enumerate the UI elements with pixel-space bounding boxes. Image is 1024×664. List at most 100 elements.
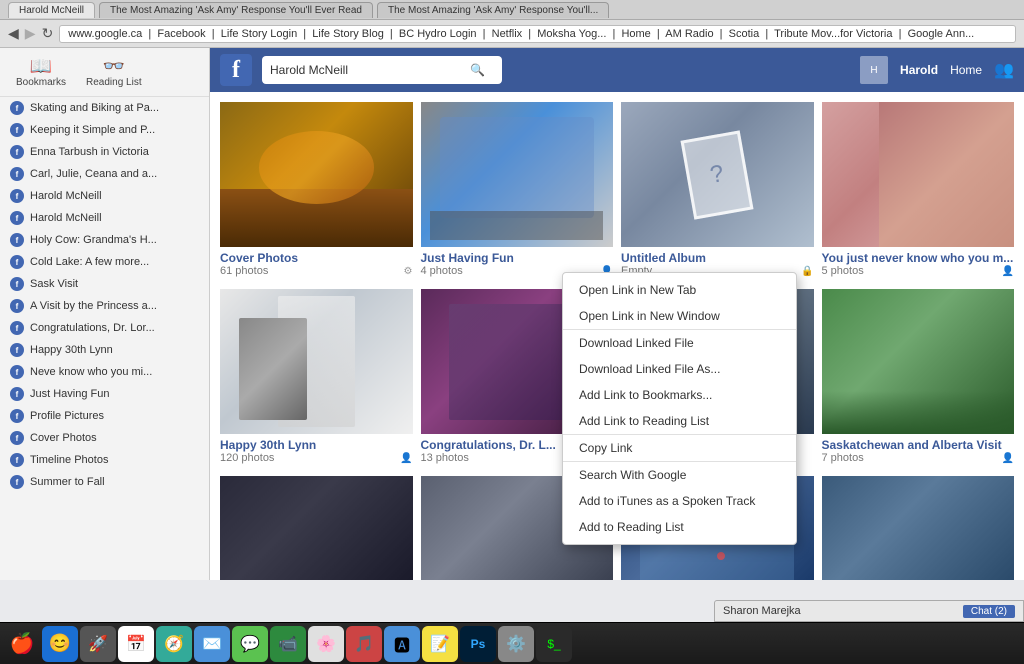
photo-thumb-neverwho [822,102,1015,247]
photo-thumb-row3a [220,476,413,580]
sidebar-favicon-17: f [10,475,24,489]
photo-thumb-happy30 [220,289,413,434]
context-menu-item-open-window[interactable]: Open Link in New Window [563,303,796,330]
photo-count-happy30: 120 photos [220,452,274,464]
sidebar-item-justhaving[interactable]: f Just Having Fun [0,383,209,405]
sidebar-item-label-15: Cover Photos [30,432,97,444]
safari-icon[interactable]: 🧭 [156,626,192,662]
fb-logo: f [220,54,252,86]
lock-icon-untitled: 🔒 [801,266,813,277]
tab-askamy2[interactable]: The Most Amazing 'Ask Amy' Response You'… [377,2,609,18]
tab-askamy1[interactable]: The Most Amazing 'Ask Amy' Response You'… [99,2,373,18]
photo-item-untitled[interactable]: ? Untitled Album Empty 🔒 [621,102,814,281]
fb-header: f 🔍 H Harold Home 👥 [210,48,1024,92]
context-menu-item-add-reading[interactable]: Add Link to Reading List [563,408,796,435]
sidebar-item-harold2[interactable]: f Harold McNeill [0,207,209,229]
messages-icon[interactable]: 💬 [232,626,268,662]
reload-button[interactable]: ↻ [42,25,54,42]
photo-info-sask: Saskatchewan and Alberta Visit 7 photos … [822,434,1015,468]
launchpad-icon[interactable]: 🚀 [80,626,116,662]
facetime-icon[interactable]: 📹 [270,626,306,662]
sidebar-item-label-2: Enna Tarbush in Victoria [30,146,149,158]
photos-icon[interactable]: 🌸 [308,626,344,662]
photo-count-congrats: 13 photos [421,452,469,464]
notes-icon[interactable]: 📝 [422,626,458,662]
photo-title-fun: Just Having Fun [421,251,614,265]
sidebar-item-holycow[interactable]: f Holy Cow: Grandma's H... [0,229,209,251]
photo-item-sask-alberta[interactable]: Saskatchewan and Alberta Visit 7 photos … [822,289,1015,468]
chat-indicator[interactable]: Chat (2) [963,605,1015,618]
photo-title-untitled: Untitled Album [621,251,814,265]
back-button[interactable]: ◀ [8,25,19,42]
sidebar-item-label-13: Just Having Fun [30,388,109,400]
photo-title-happy30: Happy 30th Lynn [220,438,413,452]
reading-list-tab[interactable]: 👓 Reading List [86,56,142,88]
fb-search-input[interactable] [270,63,470,77]
taskbar: 🍎 😊 🚀 📅 🧭 ✉️ 💬 📹 🌸 🎵 🅰 📝 Ps ⚙️ $_ [0,622,1024,664]
sidebar-item-timeline[interactable]: f Timeline Photos [0,449,209,471]
sidebar-item-congrats[interactable]: f Congratulations, Dr. Lor... [0,317,209,339]
sidebar-item-profile[interactable]: f Profile Pictures [0,405,209,427]
sidebar-item-princess[interactable]: f A Visit by the Princess a... [0,295,209,317]
photo-item-happy30[interactable]: Happy 30th Lynn 120 photos 👤 [220,289,413,468]
photo-item-row3a[interactable] [220,476,413,580]
sidebar-item-neve[interactable]: f Neve know who you mi... [0,361,209,383]
fb-search-container[interactable]: 🔍 [262,56,502,84]
context-menu-item-add-bookmarks[interactable]: Add Link to Bookmarks... [563,382,796,408]
sidebar-item-keeping[interactable]: f Keeping it Simple and P... [0,119,209,141]
sidebar-item-enna[interactable]: f Enna Tarbush in Victoria [0,141,209,163]
sidebar-item-carl[interactable]: f Carl, Julie, Ceana and a... [0,163,209,185]
tab-harold[interactable]: Harold McNeill [8,2,95,18]
sidebar-item-happy30[interactable]: f Happy 30th Lynn [0,339,209,361]
browser-tab-bar[interactable]: Harold McNeill The Most Amazing 'Ask Amy… [0,0,1024,20]
photo-item-neverwho[interactable]: You just never know who you m... 5 photo… [822,102,1015,281]
context-menu-item-copy-link[interactable]: Copy Link [563,435,796,462]
context-menu-item-search-google[interactable]: Search With Google [563,462,796,488]
context-menu-item-add-reading2[interactable]: Add to Reading List [563,514,796,540]
sidebar-item-harold1[interactable]: f Harold McNeill [0,185,209,207]
glasses-icon: 👓 [103,56,125,77]
sidebar-item-label-12: Neve know who you mi... [30,366,152,378]
sidebar-favicon-12: f [10,365,24,379]
photoshop-icon[interactable]: Ps [460,626,496,662]
photo-item-row3d[interactable] [822,476,1015,580]
apple-menu-button[interactable]: 🍎 [4,626,40,662]
appstore-icon[interactable]: 🅰 [384,626,420,662]
photo-info-cover: Cover Photos 61 photos ⚙ [220,247,413,281]
photo-item-fun[interactable]: Just Having Fun 4 photos 👤 [421,102,614,281]
friends-icon[interactable]: 👥 [994,60,1014,80]
sidebar-item-coldlake[interactable]: f Cold Lake: A few more... [0,251,209,273]
sidebar-item-skating[interactable]: f Skating and Biking at Pa... [0,97,209,119]
people-icon-sask: 👤 [1002,453,1014,464]
sidebar-favicon-0: f [10,101,24,115]
bookmarks-tab[interactable]: 📖 Bookmarks [16,56,66,88]
calendar-icon[interactable]: 📅 [118,626,154,662]
context-menu-item-open-tab[interactable]: Open Link in New Tab [563,277,796,303]
sidebar-item-coverphotos[interactable]: f Cover Photos [0,427,209,449]
sidebar-item-summerfall[interactable]: f Summer to Fall [0,471,209,493]
photo-count-neverwho: 5 photos [822,265,864,277]
people-icon-neverwho: 👤 [1002,266,1014,277]
search-icon: 🔍 [470,63,485,77]
finder-icon[interactable]: 😊 [42,626,78,662]
sidebar-item-label-6: Holy Cow: Grandma's H... [30,234,157,246]
home-link[interactable]: Home [950,63,982,77]
bookmarks-label: Bookmarks [16,77,66,88]
context-menu-item-download-as[interactable]: Download Linked File As... [563,356,796,382]
forward-button[interactable]: ▶ [25,25,36,42]
itunes-icon[interactable]: 🎵 [346,626,382,662]
mail-icon[interactable]: ✉️ [194,626,230,662]
sidebar-favicon-6: f [10,233,24,247]
photo-item-cover[interactable]: Cover Photos 61 photos ⚙ [220,102,413,281]
photo-thumb-cover [220,102,413,247]
url-input-container[interactable]: www.google.ca | Facebook | Life Story Lo… [59,25,1016,43]
context-menu-item-add-itunes[interactable]: Add to iTunes as a Spoken Track [563,488,796,514]
user-name[interactable]: Harold [900,63,938,77]
system-prefs-icon[interactable]: ⚙️ [498,626,534,662]
photo-info-happy30: Happy 30th Lynn 120 photos 👤 [220,434,413,468]
terminal-icon[interactable]: $_ [536,626,572,662]
photo-info-neverwho: You just never know who you m... 5 photo… [822,247,1015,281]
context-menu-item-download[interactable]: Download Linked File [563,330,796,356]
sidebar-item-sask[interactable]: f Sask Visit [0,273,209,295]
sidebar-favicon-16: f [10,453,24,467]
